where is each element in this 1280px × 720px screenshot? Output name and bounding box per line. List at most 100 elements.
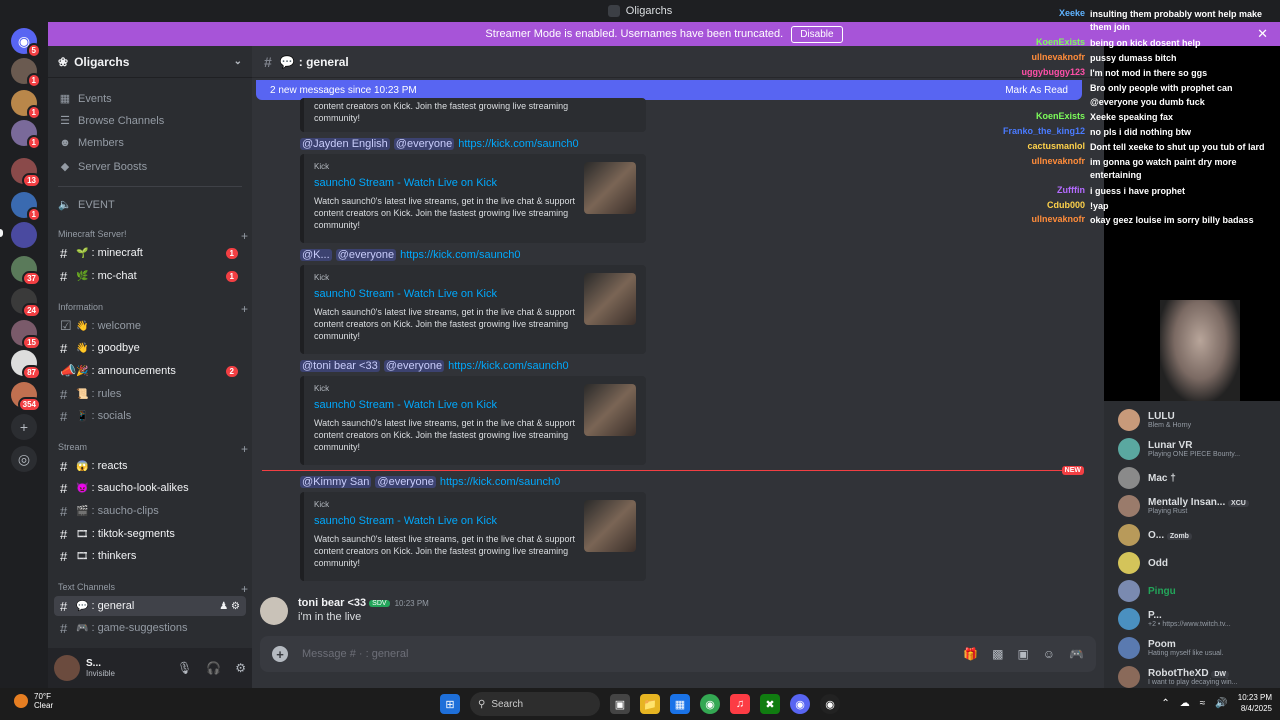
- category-minecraft[interactable]: Minecraft Server! +: [58, 229, 248, 243]
- message-author[interactable]: toni bear <33: [298, 597, 366, 609]
- xbox-icon[interactable]: ✖: [760, 694, 780, 714]
- everyone-mention[interactable]: @everyone: [393, 138, 455, 150]
- member-item[interactable]: O... Zomb: [1118, 524, 1278, 546]
- add-channel-icon[interactable]: +: [241, 302, 248, 316]
- add-channel-icon[interactable]: +: [241, 229, 248, 243]
- channel-game-suggestions[interactable]: # 🎮: game-suggestions: [54, 618, 246, 638]
- discord-icon[interactable]: ◉: [790, 694, 810, 714]
- task-view-icon[interactable]: ▣: [610, 694, 630, 714]
- obs-icon[interactable]: ◉: [820, 694, 840, 714]
- server-icon[interactable]: 24: [11, 288, 41, 318]
- server-icon[interactable]: 1: [11, 192, 41, 222]
- clock[interactable]: 10:23 PM 8/4/2025: [1238, 692, 1272, 714]
- guild-header[interactable]: ❀ Oligarchs ⌄: [48, 46, 252, 78]
- server-icon[interactable]: 354: [11, 382, 41, 412]
- embed-thumbnail[interactable]: [584, 162, 636, 214]
- chevron-up-icon[interactable]: ⌃: [1161, 698, 1169, 709]
- invite-icon[interactable]: ♟ ⚙: [219, 601, 240, 612]
- music-icon[interactable]: ♫: [730, 694, 750, 714]
- channel-mc-chat[interactable]: # 🌿: mc-chat 1: [54, 266, 246, 286]
- kick-link[interactable]: https://kick.com/saunch0: [440, 476, 560, 488]
- microphone-icon[interactable]: 🎙: [177, 661, 192, 675]
- headphones-icon[interactable]: 🎧: [206, 661, 221, 675]
- member-item[interactable]: P... +2 • https://www.twitch.tv...: [1118, 608, 1278, 630]
- kick-link[interactable]: https://kick.com/saunch0: [448, 360, 568, 372]
- member-item[interactable]: Odd: [1118, 552, 1278, 574]
- server-icon[interactable]: 1: [11, 120, 41, 150]
- gift-icon[interactable]: 🎁: [963, 647, 978, 661]
- nav-events[interactable]: ▦ Events: [58, 92, 248, 106]
- channel-socials[interactable]: # 📱: socials: [54, 406, 246, 426]
- member-item[interactable]: Pingu: [1118, 580, 1278, 602]
- everyone-mention[interactable]: @everyone: [335, 249, 397, 261]
- add-channel-icon[interactable]: +: [241, 582, 248, 596]
- gear-icon[interactable]: ⚙: [235, 661, 246, 675]
- add-server-icon[interactable]: +: [11, 414, 37, 440]
- gif-icon[interactable]: ▩: [992, 647, 1003, 661]
- cloud-icon[interactable]: ☁: [1180, 698, 1190, 709]
- emoji-icon[interactable]: ☺: [1043, 647, 1055, 661]
- taskbar-search[interactable]: ⚲ Search: [470, 692, 600, 716]
- channel-saucho-look-alikes[interactable]: # 👿: saucho-look-alikes: [54, 478, 246, 498]
- explore-icon[interactable]: ◎: [11, 446, 37, 472]
- member-item[interactable]: Poom Hating myself like usual.: [1118, 637, 1278, 659]
- server-icon[interactable]: 87: [11, 350, 41, 380]
- embed-thumbnail[interactable]: [584, 500, 636, 552]
- server-icon[interactable]: 37: [11, 256, 41, 286]
- message-input[interactable]: [302, 648, 964, 660]
- member-item[interactable]: RobotTheXD DW I want to play decaying win…: [1118, 666, 1278, 688]
- kick-link[interactable]: https://kick.com/saunch0: [458, 138, 578, 150]
- oligarchs-server-icon[interactable]: [11, 222, 37, 248]
- category-text-channels[interactable]: Text Channels +: [58, 582, 248, 596]
- avatar[interactable]: [260, 597, 288, 625]
- new-messages-bar[interactable]: 2 new messages since 10:23 PM Mark As Re…: [256, 80, 1082, 100]
- chrome-icon[interactable]: ◉: [700, 694, 720, 714]
- category-stream[interactable]: Stream +: [58, 442, 248, 456]
- user-mention[interactable]: @toni bear <33: [300, 360, 380, 372]
- channel-minecraft[interactable]: # 🌱: minecraft 1: [54, 243, 246, 263]
- member-item[interactable]: Mentally Insan... XCU Playing Rust: [1118, 495, 1278, 517]
- server-icon[interactable]: 1: [11, 90, 41, 120]
- member-item[interactable]: Lunar VR Playing ONE PIECE Bounty...: [1118, 438, 1278, 460]
- channel-general[interactable]: # 💬: general ♟ ⚙: [54, 596, 246, 616]
- embed-thumbnail[interactable]: [584, 273, 636, 325]
- member-item[interactable]: LULU Blem & Horny: [1118, 409, 1278, 431]
- everyone-mention[interactable]: @everyone: [383, 360, 445, 372]
- server-icon[interactable]: 1: [11, 58, 41, 88]
- nav-server-boosts[interactable]: ◆ Server Boosts: [58, 160, 248, 174]
- sticker-icon[interactable]: ▣: [1017, 647, 1028, 661]
- user-mention[interactable]: @Jayden English: [300, 138, 390, 150]
- server-icon[interactable]: 13: [11, 158, 41, 188]
- everyone-mention[interactable]: @everyone: [375, 476, 436, 488]
- user-mention[interactable]: @K...: [300, 249, 332, 261]
- avatar[interactable]: [54, 655, 80, 681]
- channel-tiktok-segments[interactable]: # 🎞: tiktok-segments: [54, 524, 246, 544]
- volume-icon[interactable]: 🔊: [1215, 698, 1227, 709]
- file-explorer-icon[interactable]: 📁: [640, 694, 660, 714]
- channel-saucho-clips[interactable]: # 🎬: saucho-clips: [54, 501, 246, 521]
- channel-welcome[interactable]: ☑ 👋: welcome: [54, 316, 246, 336]
- channel-announcements[interactable]: 📣 🎉: announcements 2: [54, 361, 246, 381]
- add-channel-icon[interactable]: +: [241, 442, 248, 456]
- category-information[interactable]: Information +: [58, 302, 248, 316]
- member-item[interactable]: Mac †: [1118, 467, 1278, 489]
- start-icon[interactable]: ⊞: [440, 694, 460, 714]
- nav-browse-channels[interactable]: ☰ Browse Channels: [58, 114, 248, 128]
- kick-link[interactable]: https://kick.com/saunch0: [400, 249, 520, 261]
- wifi-icon[interactable]: ≈: [1200, 698, 1206, 709]
- server-icon[interactable]: 15: [11, 320, 41, 350]
- user-mention[interactable]: @Kimmy San: [300, 476, 372, 488]
- nav-members[interactable]: ☻ Members: [58, 137, 248, 149]
- channel-thinkers[interactable]: # 🎞: thinkers: [54, 546, 246, 566]
- disable-button[interactable]: Disable: [791, 25, 843, 43]
- plus-icon[interactable]: +: [272, 646, 288, 662]
- embed-thumbnail[interactable]: [584, 384, 636, 436]
- store-icon[interactable]: ▦: [670, 694, 690, 714]
- channel-event[interactable]: 🔈 EVENT: [58, 198, 248, 212]
- apps-icon[interactable]: 🎮: [1069, 647, 1084, 661]
- weather-widget[interactable]: 70°F Clear: [14, 692, 53, 710]
- channel-goodbye[interactable]: # 👋: goodbye: [54, 338, 246, 358]
- channel-rules[interactable]: # 📜: rules: [54, 384, 246, 404]
- channel-reacts[interactable]: # 😱: reacts: [54, 456, 246, 476]
- home-icon[interactable]: ◉ 5: [11, 28, 41, 58]
